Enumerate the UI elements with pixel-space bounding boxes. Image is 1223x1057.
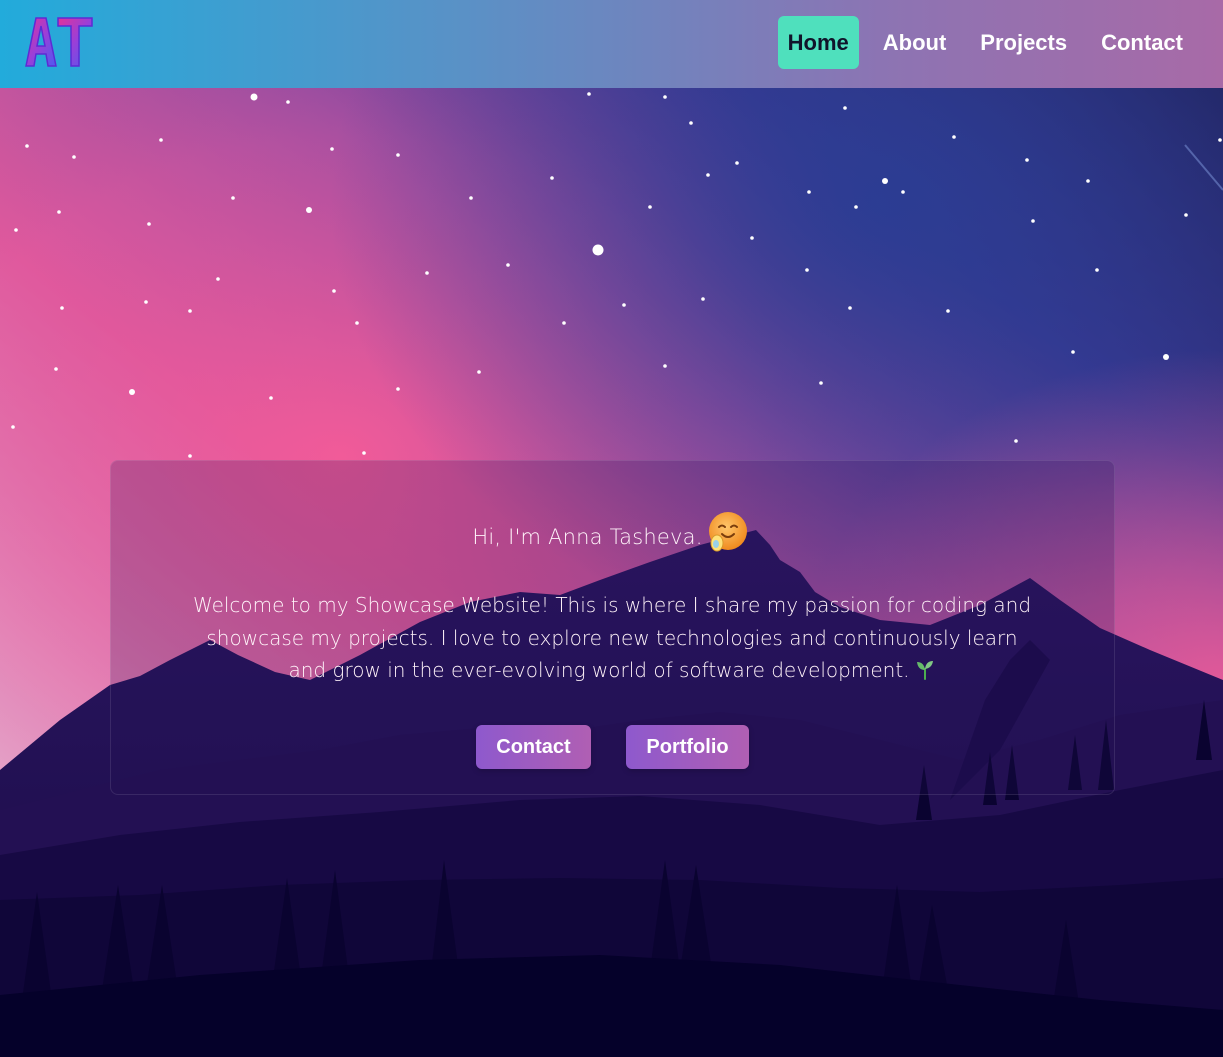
nav-menu: Home About Projects Contact [777, 16, 1193, 69]
seedling-emoji-icon [914, 657, 936, 680]
hero-welcome-text: Welcome to my Showcase Website! This is … [185, 589, 1039, 687]
hero-contact-button[interactable]: Contact [476, 725, 591, 769]
welcome-paragraph: Welcome to my Showcase Website! This is … [192, 593, 1032, 682]
top-navbar: Home About Projects Contact [0, 0, 1223, 88]
nav-home-link[interactable]: Home [777, 16, 859, 69]
nav-projects-link[interactable]: Projects [970, 16, 1077, 69]
at-logo-icon[interactable] [24, 14, 94, 70]
nav-contact-link[interactable]: Contact [1091, 16, 1193, 69]
greeting-text: Hi, I'm Anna Tasheva. [472, 525, 703, 549]
hugging-face-emoji-icon [705, 510, 751, 556]
hero-greeting: Hi, I'm Anna Tasheva. [0, 510, 1223, 556]
hero-portfolio-button[interactable]: Portfolio [626, 725, 749, 769]
nav-about-link[interactable]: About [873, 16, 957, 69]
